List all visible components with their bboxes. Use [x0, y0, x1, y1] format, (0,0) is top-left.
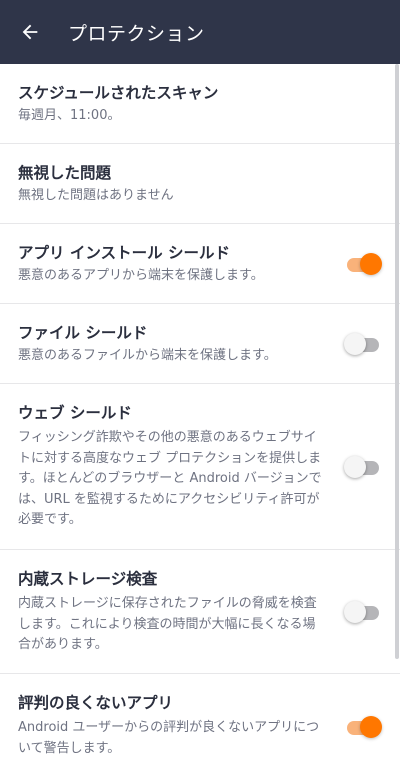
setting-title: 内蔵ストレージ検査 — [18, 570, 158, 588]
setting-ignored-issues[interactable]: 無視した問題 無視した問題はありません — [0, 144, 400, 224]
settings-list: スケジュールされたスキャン 毎週月、11:00。 無視した問題 無視した問題はあ… — [0, 64, 400, 780]
setting-low-reputation-apps[interactable]: 評判の良くないアプリ Android ユーザーからの評判が良くないアプリについて… — [0, 674, 400, 780]
setting-description: 悪意のあるファイルから端末を保護します。 — [18, 348, 277, 363]
setting-internal-storage-scan[interactable]: 内蔵ストレージ検査 内蔵ストレージに保存されたファイルの脅威を検査します。これに… — [0, 550, 400, 674]
app-bar: プロテクション — [0, 0, 400, 64]
setting-description: Android ユーザーからの評判が良くないアプリについて警告します。 — [18, 720, 320, 756]
setting-description: 悪意のあるアプリから端末を保護します。 — [18, 268, 264, 283]
toggle-thumb — [344, 332, 366, 355]
app-install-shield-toggle[interactable] — [344, 252, 382, 275]
setting-description: 無視した問題はありません — [18, 188, 174, 203]
setting-description: フィッシング詐欺やその他の悪意のあるウェブサイトに対する高度なウェブ プロテクシ… — [18, 430, 322, 527]
toggle-thumb — [344, 600, 366, 623]
setting-web-shield[interactable]: ウェブ シールド フィッシング詐欺やその他の悪意のあるウェブサイトに対する高度な… — [0, 384, 400, 550]
web-shield-toggle[interactable] — [344, 455, 382, 478]
setting-file-shield[interactable]: ファイル シールド 悪意のあるファイルから端末を保護します。 — [0, 304, 400, 384]
setting-title: ウェブ シールド — [18, 404, 132, 422]
setting-title: 無視した問題 — [18, 164, 112, 182]
setting-app-install-shield[interactable]: アプリ インストール シールド 悪意のあるアプリから端末を保護します。 — [0, 224, 400, 304]
low-reputation-apps-toggle[interactable] — [344, 716, 382, 738]
setting-description: 毎週月、11:00。 — [18, 108, 121, 123]
setting-title: アプリ インストール シールド — [18, 244, 230, 262]
setting-scheduled-scan[interactable]: スケジュールされたスキャン 毎週月、11:00。 — [0, 64, 400, 144]
file-shield-toggle[interactable] — [344, 332, 382, 355]
page-title: プロテクション — [68, 22, 205, 45]
setting-title: 評判の良くないアプリ — [18, 694, 174, 712]
setting-title: ファイル シールド — [18, 324, 148, 342]
internal-storage-scan-toggle[interactable] — [344, 600, 382, 623]
scrollbar[interactable] — [395, 64, 399, 659]
setting-title: スケジュールされたスキャン — [18, 84, 219, 102]
arrow-left-icon — [22, 24, 38, 40]
back-button[interactable] — [0, 0, 62, 64]
toggle-thumb — [360, 716, 382, 738]
setting-description: 内蔵ストレージに保存されたファイルの脅威を検査します。これにより検査の時間が大幅… — [18, 596, 317, 652]
toggle-thumb — [360, 252, 382, 275]
toggle-thumb — [344, 455, 366, 478]
